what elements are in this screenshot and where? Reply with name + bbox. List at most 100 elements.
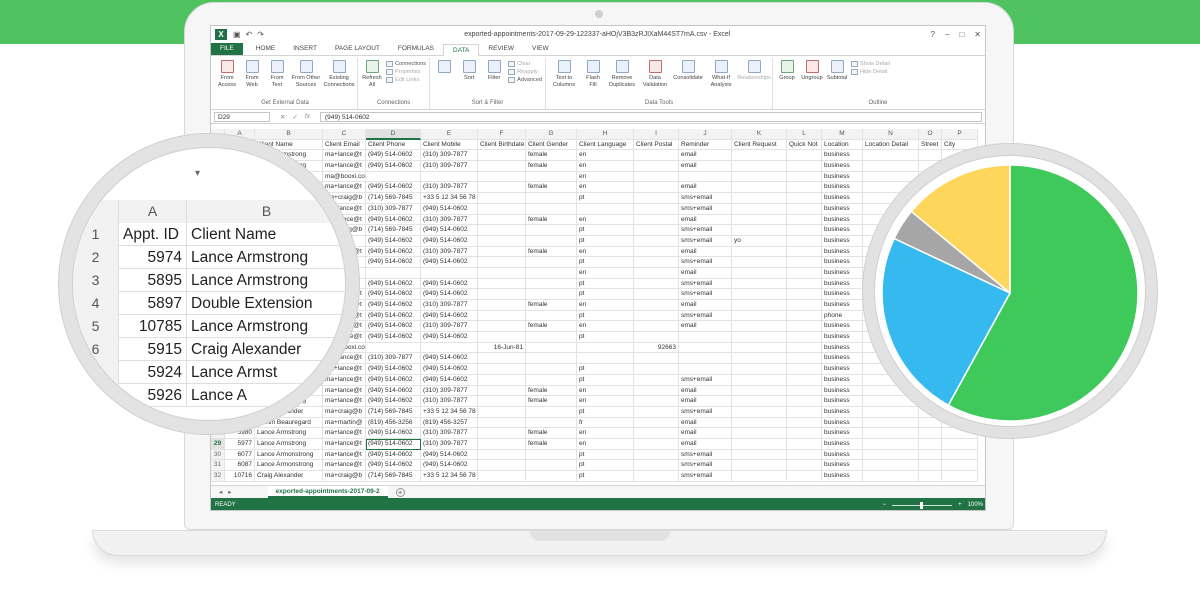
table-cell[interactable]: female — [526, 182, 577, 194]
tab-data[interactable]: DATA — [443, 44, 480, 56]
table-cell[interactable]: (949) 514-0602 — [366, 428, 421, 439]
table-cell[interactable] — [478, 438, 526, 450]
table-cell[interactable]: +33 5 12 34 56 78 — [421, 406, 478, 418]
minimize-icon[interactable]: – — [945, 30, 949, 39]
table-cell[interactable] — [526, 460, 577, 471]
header-cell[interactable]: Client Birthdate — [478, 139, 526, 151]
table-cell[interactable] — [577, 342, 634, 354]
table-cell[interactable]: (949) 514-0602 — [421, 364, 478, 375]
undo-icon[interactable]: ↶ — [246, 30, 253, 39]
from-access-button[interactable]: From Access — [216, 58, 238, 100]
table-cell[interactable]: business — [822, 342, 863, 354]
table-cell[interactable]: email — [679, 246, 732, 258]
tab-review[interactable]: REVIEW — [479, 43, 523, 55]
table-cell[interactable]: (714) 569-7845 — [366, 193, 421, 204]
flash-fill-button[interactable]: Flash Fill — [582, 58, 604, 100]
relationships-button[interactable]: Relationships — [737, 58, 771, 100]
table-cell[interactable] — [787, 171, 822, 183]
table-cell[interactable]: (310) 309-7877 — [421, 385, 478, 397]
table-cell[interactable]: email — [679, 417, 732, 429]
table-cell[interactable] — [942, 449, 978, 461]
table-cell[interactable]: sms+email — [679, 289, 732, 300]
reapply-button[interactable]: Reapply — [508, 69, 542, 75]
table-cell[interactable] — [478, 396, 526, 407]
table-cell[interactable] — [732, 257, 787, 268]
table-cell[interactable] — [634, 300, 679, 311]
enter-icon[interactable]: ✓ — [292, 113, 297, 121]
table-cell[interactable]: (949) 514-0602 — [366, 460, 421, 471]
table-cell[interactable] — [634, 406, 679, 418]
tab-view[interactable]: VIEW — [523, 43, 558, 55]
table-cell[interactable] — [863, 460, 919, 471]
table-cell[interactable] — [478, 310, 526, 322]
tab-file[interactable]: FILE — [211, 43, 243, 55]
table-cell[interactable]: (819) 456-3257 — [421, 417, 478, 429]
filter-button[interactable]: Filter — [483, 58, 505, 100]
zoom-slider[interactable] — [892, 501, 953, 509]
table-cell[interactable] — [732, 471, 787, 482]
table-cell[interactable]: en — [577, 161, 634, 172]
table-cell[interactable]: ma+craig@b — [323, 471, 366, 482]
table-cell[interactable]: 10716 — [225, 471, 255, 482]
table-cell[interactable]: (949) 514-0602 — [366, 310, 421, 322]
redo-icon[interactable]: ↷ — [257, 30, 264, 39]
table-cell[interactable]: (949) 514-0602 — [366, 438, 421, 450]
table-cell[interactable] — [526, 353, 577, 365]
column-header[interactable]: L — [787, 129, 822, 140]
table-cell[interactable]: (949) 514-0602 — [366, 278, 421, 290]
table-cell[interactable]: 6077 — [225, 449, 255, 461]
table-cell[interactable] — [478, 203, 526, 215]
table-cell[interactable]: female — [526, 428, 577, 439]
table-cell[interactable] — [634, 289, 679, 300]
table-cell[interactable] — [787, 374, 822, 386]
table-cell[interactable] — [787, 438, 822, 450]
table-cell[interactable] — [634, 374, 679, 386]
table-cell[interactable]: (949) 514-0602 — [366, 246, 421, 258]
column-header[interactable]: O — [919, 129, 942, 140]
table-cell[interactable]: en — [577, 321, 634, 333]
table-cell[interactable] — [526, 406, 577, 418]
table-cell[interactable] — [787, 182, 822, 194]
table-cell[interactable]: female — [526, 438, 577, 450]
table-cell[interactable] — [679, 342, 732, 354]
table-cell[interactable]: business — [822, 438, 863, 450]
table-cell[interactable]: female — [526, 161, 577, 172]
remove-duplicates-button[interactable]: Remove Duplicates — [607, 58, 637, 100]
table-cell[interactable]: (714) 569-7845 — [366, 406, 421, 418]
table-cell[interactable]: email — [679, 428, 732, 439]
table-cell[interactable] — [478, 374, 526, 386]
table-cell[interactable]: sms+email — [679, 225, 732, 236]
column-header[interactable]: P — [942, 129, 978, 140]
table-cell[interactable] — [634, 321, 679, 333]
table-cell[interactable]: sms+email — [679, 374, 732, 386]
close-icon[interactable]: ✕ — [974, 30, 981, 39]
table-cell[interactable] — [526, 449, 577, 461]
table-cell[interactable] — [732, 460, 787, 471]
table-cell[interactable]: (310) 309-7877 — [366, 353, 421, 365]
table-cell[interactable]: en — [577, 438, 634, 450]
table-cell[interactable]: business — [822, 235, 863, 247]
table-cell[interactable]: female — [526, 321, 577, 333]
table-cell[interactable] — [478, 278, 526, 290]
table-cell[interactable]: business — [822, 246, 863, 258]
table-cell[interactable] — [526, 364, 577, 375]
table-cell[interactable] — [478, 235, 526, 247]
table-cell[interactable]: (949) 514-0602 — [366, 332, 421, 343]
table-cell[interactable] — [526, 471, 577, 482]
table-cell[interactable] — [732, 278, 787, 290]
column-header[interactable]: C — [323, 129, 366, 140]
table-cell[interactable] — [942, 460, 978, 471]
table-cell[interactable] — [634, 332, 679, 343]
table-cell[interactable]: business — [822, 460, 863, 471]
table-cell[interactable] — [863, 438, 919, 450]
table-cell[interactable]: (310) 309-7877 — [421, 150, 478, 162]
table-cell[interactable]: (310) 309-7877 — [421, 438, 478, 450]
table-cell[interactable]: email — [679, 300, 732, 311]
column-header[interactable]: K — [732, 129, 787, 140]
table-cell[interactable] — [787, 321, 822, 333]
table-cell[interactable] — [634, 171, 679, 183]
table-cell[interactable]: (949) 514-0602 — [421, 449, 478, 461]
table-cell[interactable]: business — [822, 471, 863, 482]
column-header[interactable]: F — [478, 129, 526, 140]
table-cell[interactable]: Lance Armonstrong — [255, 460, 323, 471]
